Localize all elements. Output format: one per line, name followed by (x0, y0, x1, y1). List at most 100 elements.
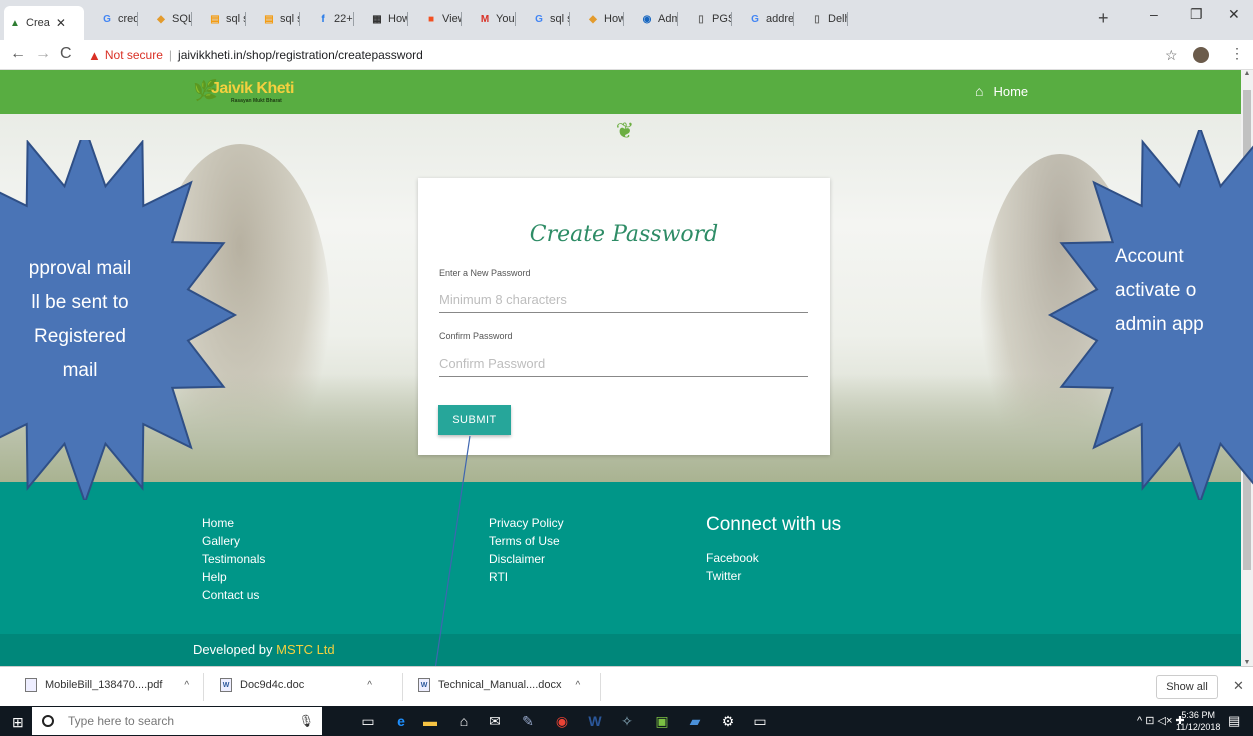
download-item-doc[interactable]: W Doc9d4c.doc ^ (220, 678, 372, 692)
word-file-icon: W (220, 678, 232, 692)
confirm-password-input[interactable] (439, 351, 808, 377)
download-item-docx[interactable]: W Technical_Manual....docx ^ (418, 678, 580, 692)
warning-icon: ▲ (88, 47, 101, 63)
browser-tab[interactable]: ■ View or (420, 6, 462, 32)
maximize-icon[interactable]: ❐ (1190, 6, 1203, 23)
task-view-icon[interactable]: ▭ (359, 712, 377, 730)
terminal-icon[interactable]: ▭ (751, 712, 769, 730)
social-link[interactable]: Facebook (706, 549, 759, 567)
taskbar-search[interactable]: Type here to search 🎙 (32, 707, 322, 735)
windows-start-icon[interactable]: ⊞ (12, 714, 24, 731)
paint-icon[interactable]: ✎ (519, 712, 537, 730)
tab-separator (677, 12, 678, 26)
browser-tab[interactable]: ▲ Crea ✕ (4, 6, 84, 40)
footer-link[interactable]: Help (202, 568, 265, 586)
profile-avatar[interactable] (1193, 47, 1209, 63)
word-icon[interactable]: W (586, 712, 604, 730)
browser-tab[interactable]: Gsql serv (528, 6, 570, 32)
app-icon[interactable]: ✧ (618, 712, 636, 730)
bookmark-star-icon[interactable]: ☆ (1165, 47, 1178, 64)
mstc-link[interactable]: MSTC Ltd (276, 642, 335, 657)
tab-label: Admin (658, 13, 678, 25)
tab-label: sql serv (226, 13, 246, 25)
minimize-icon[interactable]: – (1150, 6, 1158, 22)
tab-separator (245, 12, 246, 26)
edge-icon[interactable]: e (392, 712, 410, 730)
browser-tab[interactable]: ▦ How to (366, 6, 408, 32)
developed-prefix: Developed by (193, 642, 273, 657)
browser-tab[interactable]: ▤ sql serv (258, 6, 300, 32)
create-password-card: Create Password Enter a New Password Con… (418, 178, 830, 455)
browser-tab[interactable]: Gcreditio (96, 6, 138, 32)
browser-tab[interactable]: ▤ sql serv (204, 6, 246, 32)
tab-label: creditio (118, 13, 138, 25)
callout-line: activate o (1115, 280, 1197, 301)
close-window-icon[interactable]: ✕ (1228, 6, 1240, 23)
footer-links-legal: Privacy Policy Terms of Use Disclaimer RTI (489, 514, 564, 586)
close-downloads-icon[interactable]: ✕ (1233, 678, 1244, 694)
gear-icon[interactable]: ⚙ (719, 712, 737, 730)
new-tab-button[interactable]: + (1098, 8, 1109, 29)
chrome-icon[interactable]: ◉ (553, 712, 571, 730)
browser-tab[interactable]: Gaddress (744, 6, 794, 32)
clock-date: 11/12/2018 (1176, 722, 1221, 732)
callout-line: pproval mail (28, 258, 132, 279)
notification-icon[interactable]: ▤ (1228, 713, 1240, 729)
address-bar: ← → C ▲ Not secure | jaivikkheti.in/shop… (0, 40, 1253, 70)
footer-link[interactable]: Disclaimer (489, 550, 564, 568)
browser-tab[interactable]: ◆ SQL Ser (150, 6, 192, 32)
back-icon[interactable]: ← (10, 45, 26, 63)
tab-label: address (766, 13, 794, 25)
tab-label: Delhi G (828, 13, 848, 25)
browser-tab[interactable]: M Your Al (474, 6, 516, 32)
forward-icon[interactable]: → (35, 45, 51, 63)
footer-link[interactable]: Terms of Use (489, 532, 564, 550)
browser-tab[interactable]: f 22+ Iac (312, 6, 354, 32)
social-link[interactable]: Twitter (706, 567, 759, 585)
reload-icon[interactable]: C (60, 45, 72, 63)
browser-tab[interactable]: ◆ How To (582, 6, 624, 32)
browser-tab[interactable]: ◉ Admin (636, 6, 678, 32)
store-icon[interactable]: ⌂ (455, 712, 473, 730)
new-password-input[interactable] (439, 287, 808, 313)
menu-icon[interactable]: ⋮ (1230, 45, 1244, 62)
chevron-up-icon[interactable]: ^ (367, 680, 372, 691)
connect-title: Connect with us (706, 514, 842, 535)
form-title: Create Password (529, 222, 719, 247)
left-callout-text: pproval mail ll be sent to Registered mail (0, 252, 170, 388)
chevron-up-icon[interactable]: ^ (184, 680, 189, 691)
scroll-up-icon[interactable]: ▲ (1241, 70, 1253, 77)
url-text[interactable]: jaivikkheti.in/shop/registration/createp… (178, 48, 423, 62)
browser-tab[interactable]: ▯ Delhi G (806, 6, 848, 32)
tab-separator (847, 12, 848, 26)
footer-link[interactable]: Contact us (202, 586, 265, 604)
close-tab-icon[interactable]: ✕ (56, 16, 66, 30)
tab-label: Crea (26, 17, 50, 29)
browser-tab[interactable]: ▯ PGS IN (690, 6, 732, 32)
omnibox[interactable]: ▲ Not secure | jaivikkheti.in/shop/regis… (88, 43, 1108, 67)
tab-separator (137, 12, 138, 26)
site-logo[interactable]: 🌿 Jaivik Kheti Rasayan Mukt Bharat (193, 78, 313, 108)
chevron-up-icon[interactable]: ^ (576, 680, 581, 691)
app-icon-3[interactable]: ▰ (686, 712, 704, 730)
footer-link[interactable]: Testimonals (202, 550, 265, 568)
tab-separator (191, 12, 192, 26)
not-secure-label[interactable]: Not secure (105, 48, 163, 62)
search-placeholder: Type here to search (68, 714, 175, 728)
clock[interactable]: 5:36 PM 11/12/2018 (1176, 709, 1220, 733)
url-separator: | (168, 48, 173, 62)
show-all-button[interactable]: Show all (1156, 675, 1218, 699)
footer-link[interactable]: Gallery (202, 532, 265, 550)
tab-separator (353, 12, 354, 26)
app-icon-2[interactable]: ▣ (653, 712, 671, 730)
download-item-pdf[interactable]: MobileBill_138470....pdf ^ (25, 678, 189, 692)
microphone-icon[interactable]: 🎙 (299, 714, 314, 728)
mail-icon[interactable]: ✉ (486, 712, 504, 730)
footer-link[interactable]: Home (202, 514, 265, 532)
nav-home-link[interactable]: ⌂ Home (975, 83, 1028, 99)
footer-link[interactable]: RTI (489, 568, 564, 586)
submit-button[interactable]: SUBMIT (438, 405, 511, 435)
footer-link[interactable]: Privacy Policy (489, 514, 564, 532)
file-explorer-icon[interactable]: ▬ (421, 712, 439, 730)
scroll-down-icon[interactable]: ▼ (1241, 659, 1253, 666)
